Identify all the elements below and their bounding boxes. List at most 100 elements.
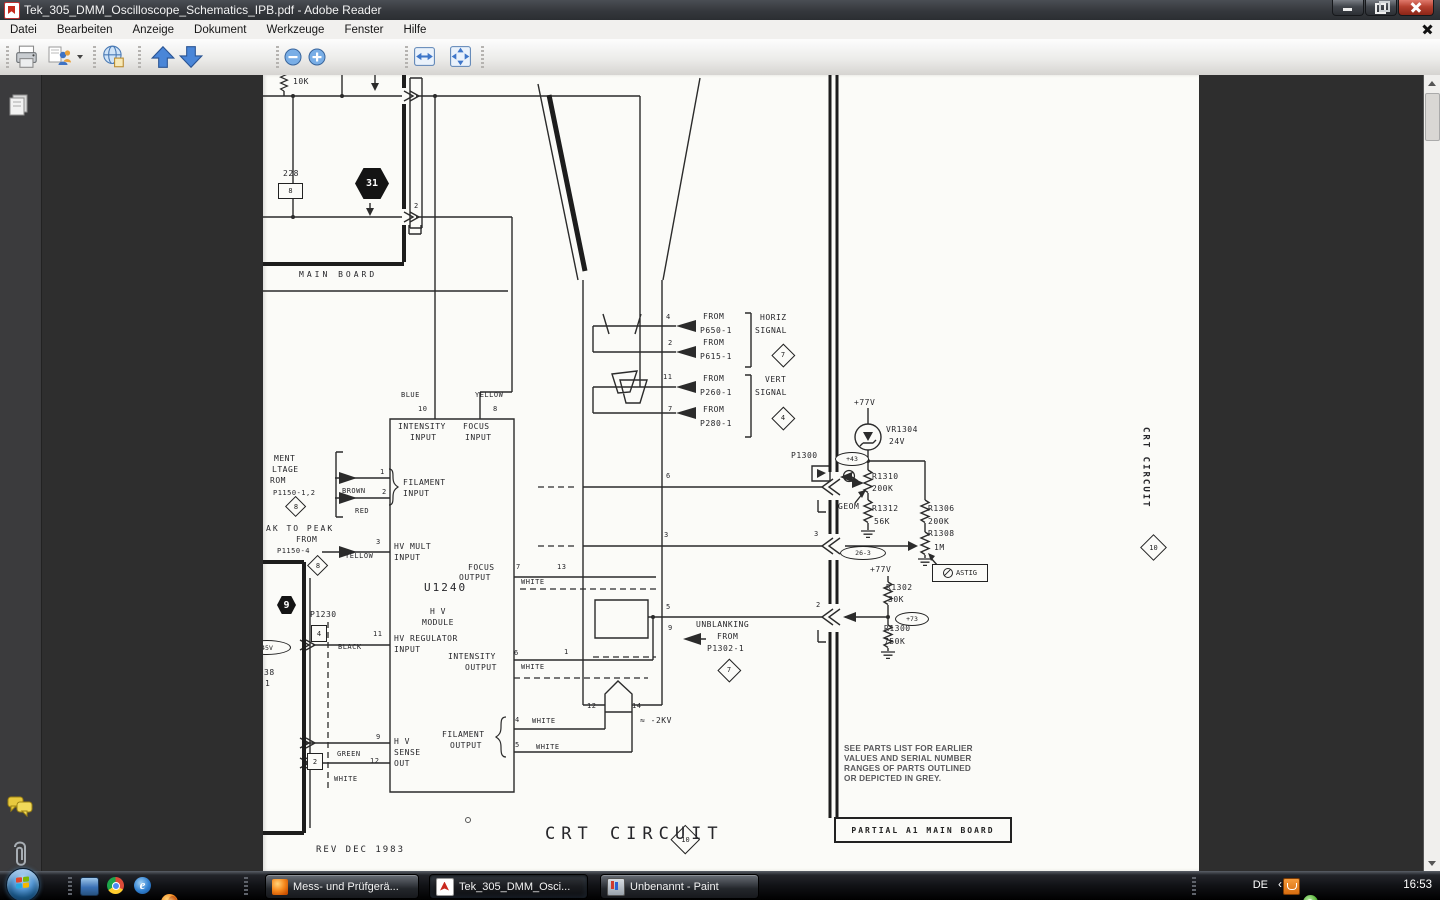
navigation-icons <box>0 75 41 871</box>
ref-box: PARTIAL A1 MAIN BOARD <box>834 817 1012 843</box>
menu-hilfe[interactable]: Hilfe <box>393 22 436 38</box>
taskbar-button-acrobat[interactable]: Tek_305_DMM_Osci... <box>429 874 588 899</box>
schematic-label: FROM <box>717 633 738 641</box>
fit-page-button[interactable] <box>448 43 473 70</box>
schematic-label: 1 <box>265 680 270 688</box>
java-tray-icon[interactable] <box>1283 878 1300 895</box>
schematic-label: INPUT <box>394 554 421 562</box>
ref-diamond: 7 <box>718 659 740 681</box>
start-button[interactable] <box>6 868 40 900</box>
schematic-label: INTENSITY <box>398 423 446 431</box>
schematic-label: GEOM <box>838 503 859 511</box>
window-titlebar: Tek_305_DMM_Oscilloscope_Schematics_IPB.… <box>0 0 1440 21</box>
schematic-label: OUT <box>394 760 410 768</box>
schematic-label: 5 <box>515 742 520 749</box>
menu-bar: DateiBearbeitenAnzeigeDokumentWerkzeugeF… <box>0 20 1440 39</box>
schematic-label: SEE PARTS LIST FOR EARLIER <box>844 745 973 754</box>
schematic-label: RED <box>355 508 369 515</box>
menu-werkzeuge[interactable]: Werkzeuge <box>256 22 334 38</box>
prev-page-button[interactable] <box>150 43 176 70</box>
language-indicator[interactable]: DE <box>1253 879 1268 891</box>
internet-explorer-icon[interactable] <box>134 877 151 894</box>
scroll-down-icon[interactable] <box>1424 855 1440 871</box>
menu-anzeige[interactable]: Anzeige <box>122 22 184 38</box>
schematic-label: P650-1 <box>700 327 732 335</box>
ref-diamond: 10 <box>1141 535 1166 560</box>
schematic-label: MENT <box>274 455 295 463</box>
schematic-label: P615-1 <box>700 353 732 361</box>
menu-dokument[interactable]: Dokument <box>184 22 256 38</box>
schematic-label: SIGNAL <box>755 389 787 397</box>
zoom-in-icon <box>307 47 327 67</box>
schematic-label: BLACK <box>338 644 362 651</box>
prev-page-icon <box>150 44 176 70</box>
schematic-label: MODULE <box>422 619 454 627</box>
close-button[interactable] <box>1398 0 1434 16</box>
schematic-label: 9 <box>376 734 381 741</box>
attachments-icon[interactable] <box>15 843 25 865</box>
schematic-label: REV DEC 1983 <box>316 846 405 855</box>
firefox-icon <box>272 879 288 895</box>
scrollbar-thumb[interactable] <box>1425 93 1440 141</box>
show-desktop-icon[interactable] <box>80 877 99 896</box>
tray-collapse-icon[interactable]: ‹ <box>1278 877 1282 891</box>
pdf-page: 319748871010+4326-3+7345V842ASTIGPARTIAL… <box>263 75 1199 871</box>
taskbar: Mess- und Prüfgerä... Tek_305_DMM_Osci...… <box>0 871 1440 900</box>
schematic-label: WHITE <box>521 664 545 671</box>
fit-page-icon <box>448 44 473 69</box>
acrobat-icon <box>436 878 454 896</box>
schematic-label: HV REGULATOR <box>394 635 458 643</box>
fit-width-button[interactable] <box>412 43 437 70</box>
zoom-out-icon <box>283 47 303 67</box>
scroll-up-icon[interactable] <box>1424 75 1440 91</box>
schematic-label: 11 <box>663 374 672 381</box>
windows-flag-icon <box>16 876 30 890</box>
restore-button[interactable] <box>1365 0 1397 16</box>
minimize-button[interactable] <box>1332 0 1364 16</box>
schematic-label: 750K <box>884 638 905 646</box>
schematic-label: OR DEPICTED IN GREY. <box>844 775 941 784</box>
schematic-label: CRT CIRCUIT <box>1140 427 1149 509</box>
collaborate-button[interactable] <box>46 43 83 70</box>
screwdriver-adjust-icon <box>943 568 953 578</box>
schematic-label: FROM <box>703 375 724 383</box>
schematic-label: WHITE <box>536 744 560 751</box>
schematic-label: 1M <box>934 544 945 552</box>
test-voltage-label: 26-3 <box>840 546 886 560</box>
vertical-scrollbar[interactable] <box>1423 75 1440 871</box>
schematic-label: 200K <box>872 485 893 493</box>
menu-bearbeiten[interactable]: Bearbeiten <box>47 22 123 38</box>
print-icon <box>14 44 40 70</box>
zoom-out-button[interactable] <box>283 43 303 70</box>
chrome-icon[interactable] <box>107 877 124 894</box>
firefox-icon[interactable] <box>161 894 178 900</box>
test-voltage-label: +43 <box>835 452 869 466</box>
comments-icon[interactable] <box>8 797 32 816</box>
schematic-label: LTAGE <box>272 466 299 474</box>
print-button[interactable] <box>14 43 40 70</box>
menu-datei[interactable]: Datei <box>0 22 47 38</box>
ref-box: 4 <box>311 625 327 642</box>
schematic-label: H V <box>394 738 410 746</box>
web-button[interactable] <box>100 43 127 70</box>
menu-fenster[interactable]: Fenster <box>334 22 393 38</box>
schematic-label: 30K <box>888 596 904 604</box>
ref-diamond: 7 <box>772 344 794 366</box>
taskbar-button-firefox[interactable]: Mess- und Prüfgerä... <box>265 874 419 899</box>
next-page-button[interactable] <box>178 43 204 70</box>
clock[interactable]: 16:53 <box>1403 879 1432 891</box>
schematic-label: INPUT <box>465 434 492 442</box>
schematic-label: 1 <box>380 469 385 476</box>
schematic-label: P1230 <box>310 611 337 619</box>
menubar-close-icon[interactable] <box>1421 23 1434 36</box>
pages-icon[interactable] <box>10 95 27 115</box>
schematic-label: INTENSITY <box>448 653 496 661</box>
schematic-label: WHITE <box>521 579 545 586</box>
schematic-label: 6 <box>514 650 519 657</box>
zoom-in-button[interactable] <box>307 43 327 70</box>
schematic-label: 2 <box>382 489 387 496</box>
collaborate-caret-icon[interactable] <box>77 55 83 59</box>
schematic-label: 38 <box>264 669 275 677</box>
document-area: 319748871010+4326-3+7345V842ASTIGPARTIAL… <box>0 75 1440 871</box>
taskbar-button-paint[interactable]: Unbenannt - Paint <box>600 874 759 899</box>
